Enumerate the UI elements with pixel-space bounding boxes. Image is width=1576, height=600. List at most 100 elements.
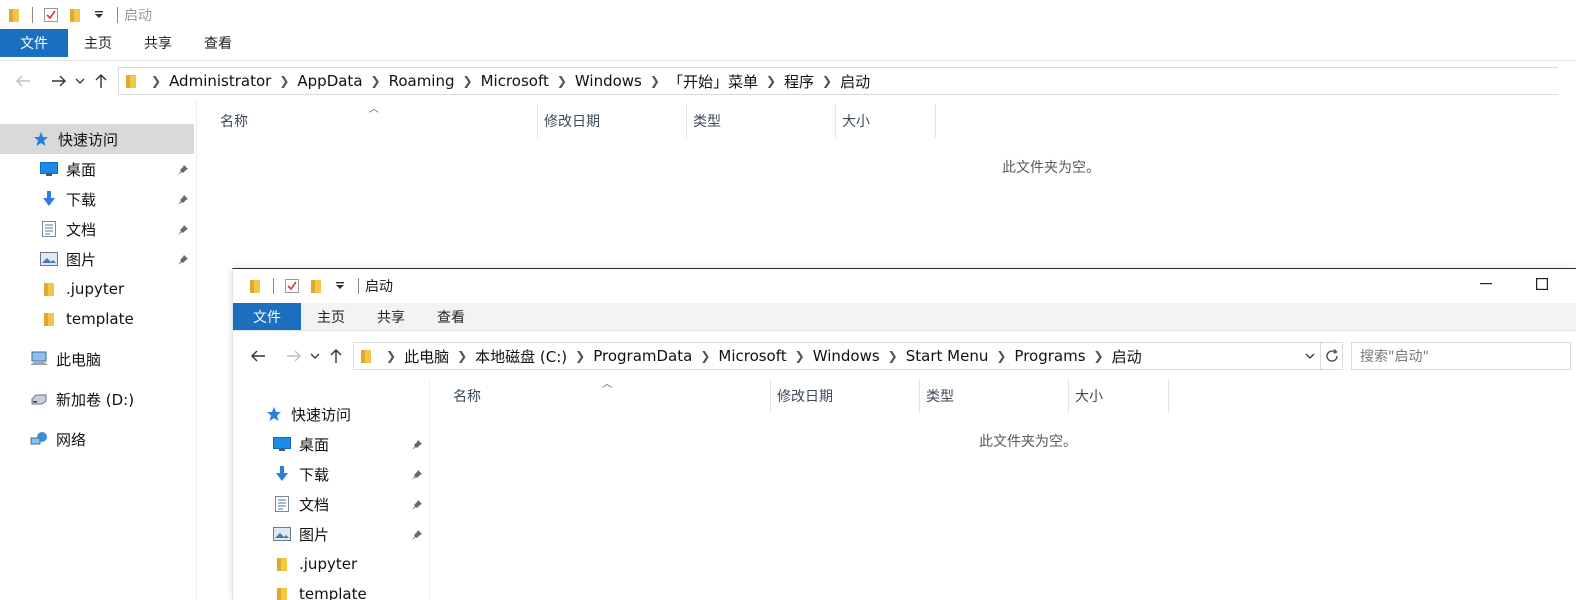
refresh-icon[interactable] [1321, 342, 1343, 370]
search-input[interactable]: 搜索"启动" [1351, 342, 1571, 370]
breadcrumb-item[interactable]: 本地磁盘 (C:) [475, 346, 567, 367]
pin-icon[interactable] [411, 499, 423, 511]
picture-icon [40, 251, 58, 267]
column-date-modified[interactable]: 修改日期 [771, 379, 920, 413]
nav-desktop[interactable]: 桌面 [273, 429, 329, 459]
column-type[interactable]: 类型 [687, 104, 836, 138]
properties-icon[interactable] [284, 278, 300, 294]
tab-share[interactable]: 共享 [361, 303, 421, 330]
nav-pictures[interactable]: 图片 [273, 519, 329, 549]
nav-documents[interactable]: 文档 [40, 214, 96, 244]
customize-dropdown-icon[interactable] [91, 7, 107, 23]
chevron-right-icon: ❯ [462, 74, 473, 88]
up-arrow-icon[interactable] [323, 343, 349, 369]
breadcrumb-item[interactable]: 启动 [1112, 346, 1142, 367]
breadcrumb-item[interactable]: AppData [297, 72, 362, 90]
picture-icon [273, 526, 291, 542]
nav-folder-template[interactable]: template [273, 579, 367, 600]
recent-locations-chevron-icon[interactable] [72, 68, 88, 94]
tab-home[interactable]: 主页 [301, 303, 361, 330]
nav-drive-d[interactable]: 新加卷 (D:) [30, 384, 134, 414]
address-bar[interactable]: ❯ Administrator ❯ AppData ❯ Roaming ❯ Mi… [118, 67, 1558, 95]
column-name[interactable]: 名称 [214, 104, 538, 138]
maximize-icon[interactable] [1519, 269, 1565, 299]
breadcrumb-item[interactable]: 「开始」菜单 [668, 71, 758, 92]
tab-view[interactable]: 查看 [188, 29, 248, 57]
nav-label: 网络 [56, 430, 87, 449]
document-icon [273, 496, 291, 512]
nav-quick-access[interactable]: 快速访问 [265, 399, 351, 429]
pin-icon[interactable] [411, 469, 423, 481]
up-arrow-icon[interactable] [88, 68, 114, 94]
tab-file[interactable]: 文件 [233, 303, 301, 330]
breadcrumb-item[interactable]: Windows [575, 72, 642, 90]
nav-downloads[interactable]: 下载 [40, 184, 96, 214]
properties-icon[interactable] [43, 7, 59, 23]
breadcrumb-item[interactable]: Roaming [389, 72, 455, 90]
breadcrumb-item[interactable]: 此电脑 [404, 346, 449, 367]
nav-this-pc[interactable]: 此电脑 [30, 344, 101, 374]
breadcrumb-item[interactable]: Windows [813, 347, 880, 365]
breadcrumb-item[interactable]: Administrator [169, 72, 271, 90]
customize-dropdown-icon[interactable] [332, 278, 348, 294]
folder-icon [125, 73, 137, 89]
separator [273, 277, 274, 294]
nav-folder-template[interactable]: template [40, 304, 134, 334]
folder-icon[interactable] [6, 7, 22, 23]
column-date-modified[interactable]: 修改日期 [538, 104, 687, 138]
nav-documents[interactable]: 文档 [273, 489, 329, 519]
pin-icon[interactable] [177, 254, 189, 266]
column-header: 名称 修改日期 类型 大小 [214, 104, 936, 138]
pin-icon[interactable] [177, 164, 189, 176]
address-bar[interactable]: ❯ 此电脑 ❯ 本地磁盘 (C:) ❯ ProgramData ❯ Micros… [353, 342, 1321, 370]
nav-downloads[interactable]: 下载 [273, 459, 329, 489]
column-size[interactable]: 大小 [1069, 379, 1169, 413]
chevron-right-icon: ❯ [151, 74, 162, 88]
breadcrumb-item[interactable]: 启动 [840, 71, 870, 92]
new-folder-icon[interactable] [308, 278, 324, 294]
tab-view[interactable]: 查看 [421, 303, 481, 330]
desktop-icon [40, 161, 58, 177]
nav-quick-access[interactable]: 快速访问 [0, 124, 194, 154]
column-type[interactable]: 类型 [920, 379, 1069, 413]
column-name[interactable]: 名称 [447, 379, 771, 413]
tab-file[interactable]: 文件 [0, 29, 68, 57]
pin-icon[interactable] [177, 224, 189, 236]
chevron-right-icon: ❯ [887, 349, 898, 363]
breadcrumb-item[interactable]: 程序 [784, 71, 814, 92]
address-dropdown-chevron-icon[interactable] [1300, 353, 1320, 359]
back-arrow-icon[interactable] [10, 68, 36, 94]
nav-label: 桌面 [66, 160, 97, 179]
pin-icon[interactable] [411, 439, 423, 451]
tab-share[interactable]: 共享 [128, 29, 188, 57]
column-size[interactable]: 大小 [836, 104, 936, 138]
forward-arrow-icon[interactable] [281, 343, 307, 369]
folder-icon [273, 556, 291, 572]
tab-home[interactable]: 主页 [68, 29, 128, 57]
breadcrumb-item[interactable]: Microsoft [481, 72, 549, 90]
network-icon [30, 431, 48, 447]
nav-label: 文档 [66, 220, 97, 239]
navigation-bar: ❯ 此电脑 ❯ 本地磁盘 (C:) ❯ ProgramData ❯ Micros… [233, 337, 1576, 375]
nav-network[interactable]: 网络 [30, 424, 86, 454]
new-folder-icon[interactable] [67, 7, 83, 23]
folder-icon[interactable] [247, 278, 263, 294]
navigation-bar: ❯ Administrator ❯ AppData ❯ Roaming ❯ Mi… [0, 62, 1576, 100]
nav-pictures[interactable]: 图片 [40, 244, 96, 274]
recent-locations-chevron-icon[interactable] [307, 343, 323, 369]
back-arrow-icon[interactable] [245, 343, 271, 369]
chevron-right-icon: ❯ [575, 349, 586, 363]
breadcrumb-item[interactable]: Microsoft [718, 347, 786, 365]
breadcrumb-item[interactable]: ProgramData [593, 347, 692, 365]
pin-icon[interactable] [411, 529, 423, 541]
forward-arrow-icon[interactable] [46, 68, 72, 94]
nav-folder-jupyter[interactable]: .jupyter [273, 549, 357, 579]
breadcrumb-item[interactable]: Start Menu [906, 347, 989, 365]
minimize-icon[interactable] [1463, 269, 1509, 299]
nav-desktop[interactable]: 桌面 [40, 154, 96, 184]
nav-label: 快速访问 [291, 405, 352, 424]
nav-label: .jupyter [299, 555, 358, 573]
nav-folder-jupyter[interactable]: .jupyter [40, 274, 124, 304]
breadcrumb-item[interactable]: Programs [1014, 347, 1085, 365]
pin-icon[interactable] [177, 194, 189, 206]
